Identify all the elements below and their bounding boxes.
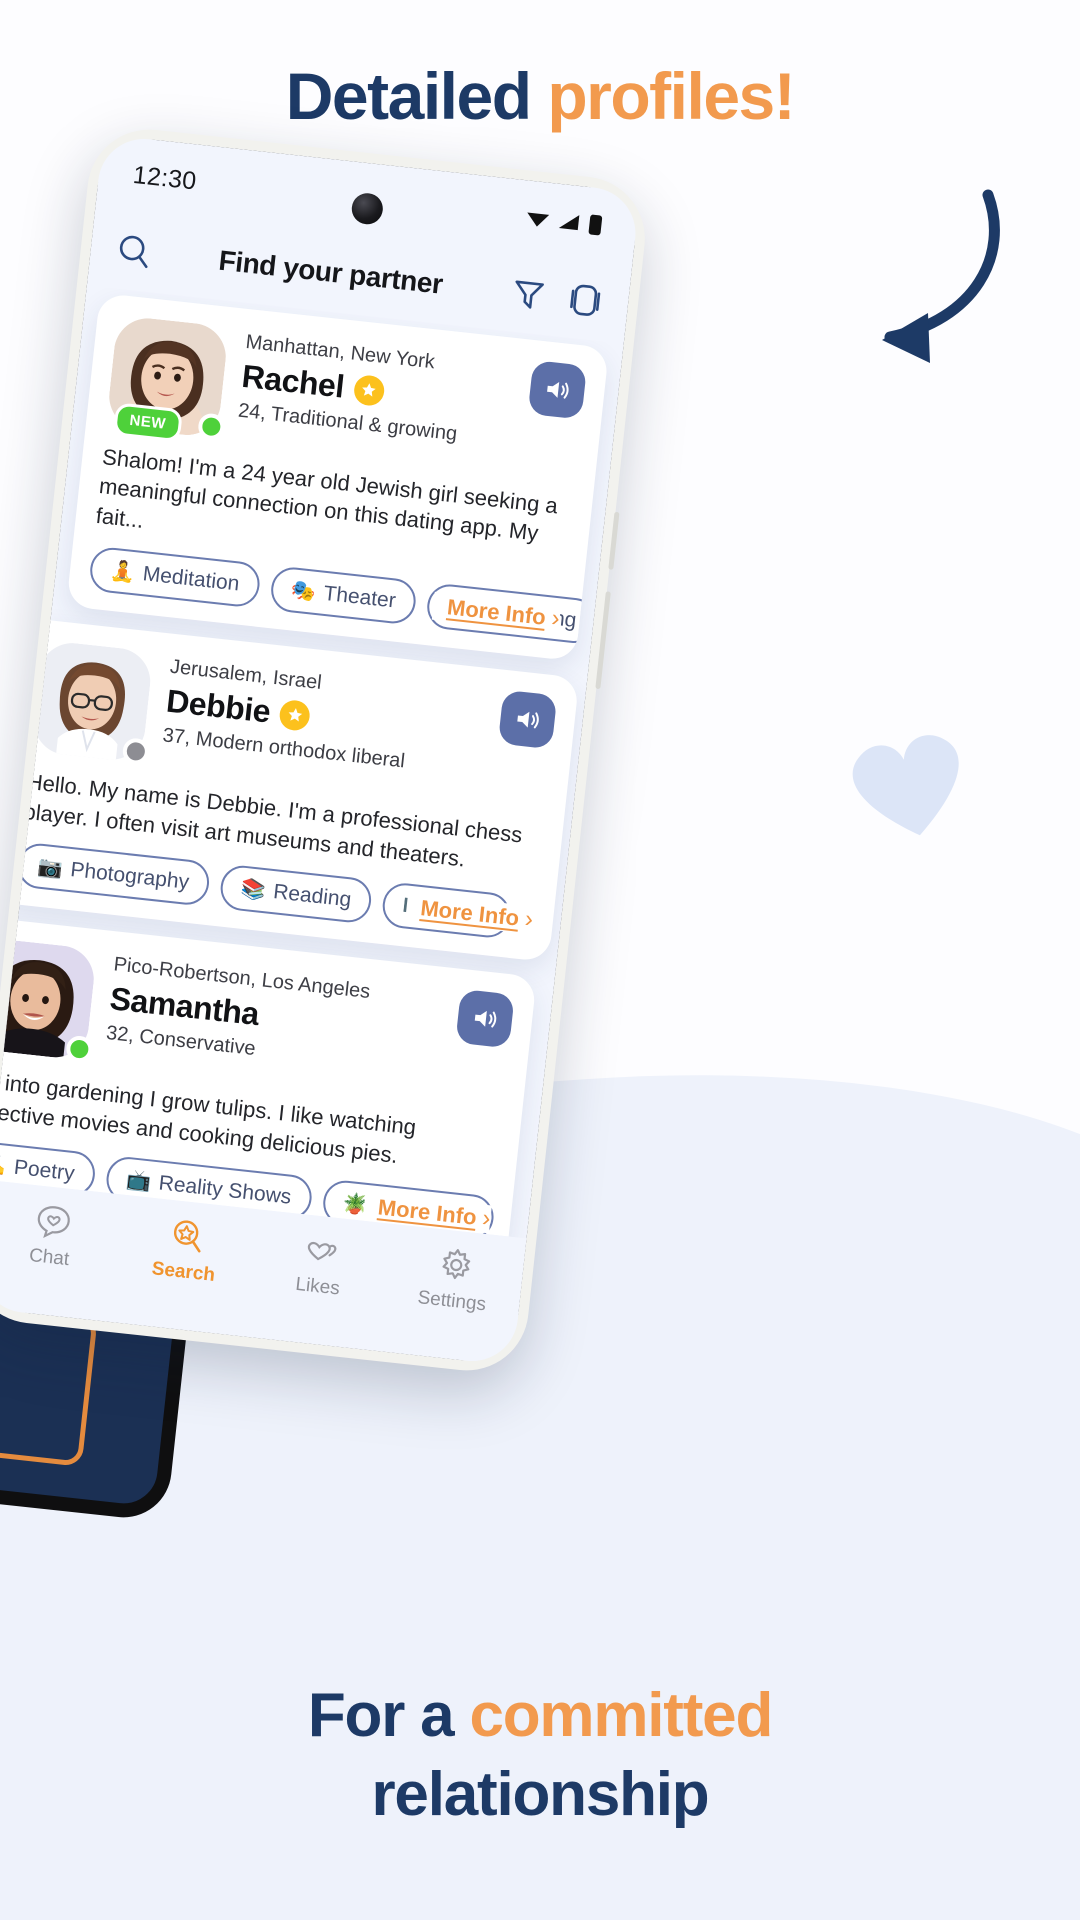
interest-tag-label: Poetry: [12, 1155, 76, 1185]
filter-icon[interactable]: [509, 274, 549, 314]
nav-label-settings: Settings: [416, 1287, 488, 1316]
profile-info: Pico-Robertson, Los Angeles Samantha 32,…: [105, 952, 515, 1089]
profile-name: Debbie: [164, 682, 273, 730]
headline-bottom-plain: For a: [307, 1681, 470, 1750]
promo-headline-top: Detailed profiles!: [0, 58, 1080, 134]
nav-label-chat: Chat: [28, 1244, 71, 1271]
offline-status-dot: [121, 737, 151, 767]
chat-heart-icon: [37, 1206, 70, 1239]
headline-bottom-line-1: For a committed: [0, 1676, 1080, 1755]
page-title: Find your partner: [217, 244, 445, 300]
interest-tag-label: Photography: [69, 857, 191, 894]
nav-label-search: Search: [150, 1258, 217, 1286]
interest-tag-label: Theater: [322, 581, 397, 613]
speaker-icon: [517, 712, 539, 729]
poetry-icon: ✍️: [0, 1153, 8, 1179]
avatar[interactable]: [0, 937, 98, 1064]
profile-card[interactable]: Jerusalem, Israel Debbie 37, Modern orth…: [0, 618, 580, 963]
speaker-icon: [474, 1011, 497, 1028]
promo-screenshot: Detailed profiles! 12:30 Find your partn…: [0, 0, 1080, 1920]
reading-icon: 📚: [239, 877, 267, 903]
profile-card-list[interactable]: NEW Manhattan, New York Rachel 24, Tradi…: [0, 285, 624, 1239]
interest-tag[interactable]: 🧘 Meditation: [87, 545, 262, 610]
profile-info: Jerusalem, Israel Debbie 37, Modern orth…: [161, 654, 557, 789]
interest-tag[interactable]: 🎭 Theater: [268, 565, 418, 627]
audio-intro-button[interactable]: [527, 360, 588, 420]
profile-card[interactable]: NEW Manhattan, New York Rachel 24, Tradi…: [66, 292, 610, 662]
status-badge: NEW: [112, 402, 183, 443]
battery-icon: [588, 214, 603, 236]
decorative-heart-icon: [827, 702, 991, 866]
avatar[interactable]: NEW: [105, 314, 230, 443]
speaker-icon: [547, 381, 569, 399]
interest-tag-label: Reading: [272, 880, 353, 912]
card-stack-icon[interactable]: [566, 281, 604, 320]
online-status-dot: [64, 1035, 94, 1064]
photography-icon: 📷: [36, 855, 64, 881]
meditation-icon: 🧘: [108, 560, 137, 585]
chevron-right-icon: ›: [481, 1204, 492, 1233]
verified-star-icon: [352, 373, 386, 407]
headline-bottom-accent: committed: [469, 1681, 773, 1750]
curved-arrow-icon: [760, 185, 1000, 385]
promo-headline-bottom: For a committed relationship: [0, 1676, 1080, 1835]
nav-item-search[interactable]: Search: [128, 1212, 242, 1289]
wifi-icon: [527, 212, 550, 227]
status-icons: [524, 206, 604, 236]
nav-item-chat[interactable]: Chat: [0, 1198, 109, 1275]
audio-intro-button[interactable]: [497, 690, 558, 750]
search-star-icon: [173, 1220, 201, 1253]
nav-item-likes[interactable]: Likes: [263, 1227, 377, 1304]
nav-item-settings[interactable]: Settings: [397, 1241, 511, 1318]
interest-tag[interactable]: 📚 Reading: [218, 863, 374, 925]
nav-label-likes: Likes: [294, 1273, 341, 1300]
signal-icon: [558, 215, 580, 231]
reality-shows-icon: 📺: [124, 1169, 153, 1194]
headline-top-plain: Detailed: [285, 59, 548, 133]
online-status-dot: [197, 412, 226, 441]
interest-tag-label: Meditation: [141, 562, 241, 596]
headline-top-accent: profiles!: [547, 59, 795, 133]
status-time: 12:30: [131, 160, 198, 196]
profile-name: Rachel: [240, 357, 346, 405]
avatar[interactable]: [30, 640, 154, 767]
gear-icon: [441, 1248, 470, 1279]
audio-intro-button[interactable]: [455, 989, 515, 1049]
interest-tag[interactable]: 📷 Photography: [15, 841, 212, 908]
search-icon[interactable]: [115, 233, 152, 270]
headline-bottom-line-2: relationship: [371, 1760, 710, 1830]
theater-icon: 🎭: [289, 579, 317, 605]
chevron-right-icon: ›: [523, 905, 535, 934]
header-actions: [509, 274, 604, 320]
hearts-icon: [307, 1241, 336, 1261]
verified-star-icon: [278, 698, 312, 732]
